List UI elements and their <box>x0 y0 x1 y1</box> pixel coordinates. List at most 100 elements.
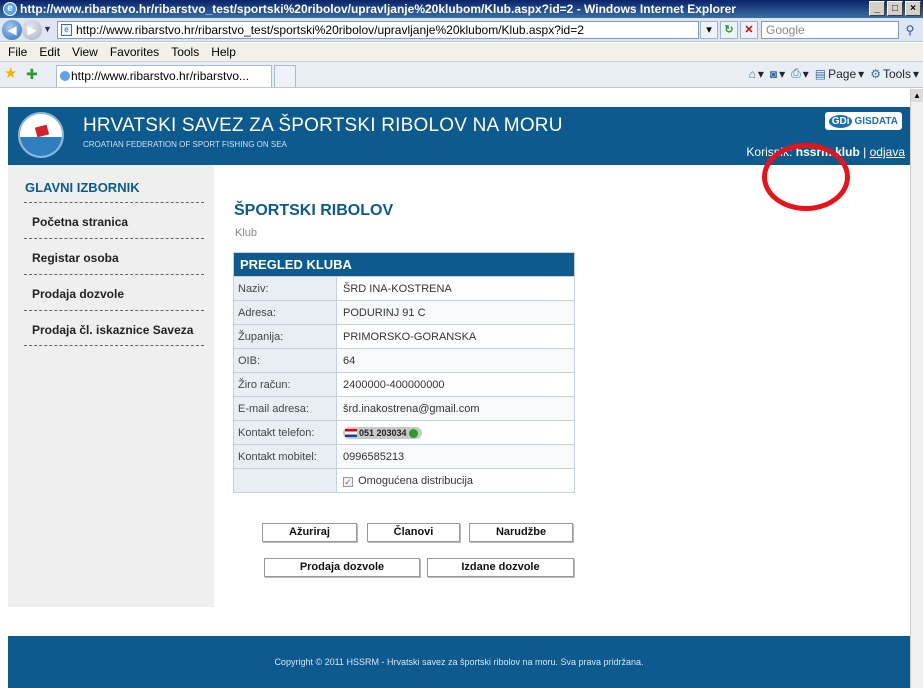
tools-menu-button[interactable]: ⚙ Tools ▾ <box>870 67 919 81</box>
search-input[interactable]: Google <box>761 21 899 39</box>
maximize-icon[interactable]: □ <box>887 1 903 16</box>
sidebar-item-home[interactable]: Početna stranica <box>24 202 204 238</box>
menu-file[interactable]: File <box>2 43 33 62</box>
new-tab-button[interactable] <box>274 65 296 87</box>
home-button[interactable]: ⌂ ▾ <box>749 67 764 81</box>
refresh-icon[interactable]: ↻ <box>720 21 738 39</box>
row-label: OIB: <box>234 349 337 372</box>
table-row: Kontakt telefon: 051 203034 <box>234 420 574 444</box>
page-menu-button[interactable]: ▤ Page ▾ <box>815 67 864 81</box>
address-toolbar: ◀ ▶ ▼ e http://www.ribarstvo.hr/ribarstv… <box>0 18 923 42</box>
club-overview-table: PREGLED KLUBA Naziv: ŠRD INA-KOSTRENA Ad… <box>233 252 575 493</box>
phone-number: 051 203034 <box>359 428 407 439</box>
logo-wave <box>20 137 62 156</box>
orders-button[interactable]: Narudžbe <box>469 523 573 542</box>
page-title: ŠPORTSKI RIBOLOV <box>234 202 394 219</box>
recent-pages-dropdown-icon[interactable]: ▼ <box>43 24 52 34</box>
logout-link[interactable]: odjava <box>870 145 905 159</box>
search-icon[interactable]: ⚲ <box>900 21 920 39</box>
annotation-highlight-circle <box>762 143 850 211</box>
stop-icon[interactable]: ✕ <box>740 21 758 39</box>
forward-arrow-icon[interactable]: ▶ <box>22 20 42 40</box>
window-controls: _ □ × <box>869 1 921 16</box>
close-icon[interactable]: × <box>905 1 921 16</box>
distribution-checkbox: ✓ <box>343 477 353 487</box>
row-label: Kontakt telefon: <box>234 421 337 444</box>
vertical-scrollbar[interactable]: ▲ <box>910 89 923 688</box>
sidebar-item-membership-card-sales[interactable]: Prodaja čl. iskaznice Saveza <box>24 310 204 346</box>
menu-edit[interactable]: Edit <box>33 43 66 62</box>
sidebar-item-person-register[interactable]: Registar osoba <box>24 238 204 274</box>
address-bar[interactable]: e http://www.ribarstvo.hr/ribarstvo_test… <box>57 21 699 39</box>
bank-account-value: 2400000-400000000 <box>343 379 445 391</box>
table-row: Županija: PRIMORSKO-GORANSKA <box>234 324 574 348</box>
search-placeholder: Google <box>766 23 805 37</box>
table-row: Žiro račun: 2400000-400000000 <box>234 372 574 396</box>
row-label: E-mail adresa: <box>234 397 337 420</box>
sidebar-menu: Početna stranica Registar osoba Prodaja … <box>24 202 204 346</box>
phone-call-badge[interactable]: 051 203034 <box>343 427 422 440</box>
window-title: http://www.ribarstvo.hr/ribarstvo_test/s… <box>20 2 736 16</box>
address-dropdown-icon[interactable]: ▾ <box>700 21 718 39</box>
update-button[interactable]: Ažuriraj <box>262 523 357 542</box>
menu-view[interactable]: View <box>66 43 104 62</box>
address-buttons: ▾ ↻ ✕ <box>700 21 758 39</box>
croatia-flag-icon <box>345 429 357 438</box>
row-label: Žiro račun: <box>234 373 337 396</box>
menu-help[interactable]: Help <box>205 43 242 62</box>
print-button[interactable]: ⎙ ▾ <box>791 66 809 81</box>
favorites-star-icon[interactable]: ★ <box>4 65 17 83</box>
logo-emblem <box>34 124 50 138</box>
add-favorite-icon[interactable]: ✚ <box>26 65 38 83</box>
tab-title: http://www.ribarstvo.hr/ribarstvo... <box>71 69 250 83</box>
sidebar-item-permit-sales[interactable]: Prodaja dozvole <box>24 274 204 310</box>
page-icon: e <box>61 24 72 36</box>
table-row: Adresa: PODURINJ 91 C <box>234 300 574 324</box>
user-separator: | <box>863 145 867 159</box>
table-row: Kontakt mobitel: 0996585213 <box>234 444 574 468</box>
site-subtitle: CROATIAN FEDERATION OF SPORT FISHING ON … <box>83 140 287 149</box>
table-row: E-mail adresa: šrd.inakostrena@gmail.com <box>234 396 574 420</box>
feeds-button[interactable]: ◙ ▾ <box>770 67 785 81</box>
page-content: HRVATSKI SAVEZ ZA ŠPORTSKI RIBOLOV NA MO… <box>0 89 910 688</box>
table-title: PREGLED KLUBA <box>234 253 574 276</box>
phone-value-cell: 051 203034 <box>337 421 574 444</box>
distribution-label: Omogućena distribucija <box>358 475 474 487</box>
tools-menu-label: Tools <box>882 66 911 81</box>
mobile-value: 0996585213 <box>337 445 574 468</box>
feeds-icon: ◙ <box>769 66 778 81</box>
ie-logo-icon: e <box>3 2 17 16</box>
site-footer: Copyright © 2011 HSSRM - Hrvatski savez … <box>8 636 910 688</box>
table-row: ✓ Omogućena distribucija <box>234 468 574 492</box>
federation-logo <box>18 112 64 158</box>
oib-value: 64 <box>337 349 574 372</box>
issued-permits-button[interactable]: Izdane dozvole <box>427 558 574 577</box>
county-value: PRIMORSKO-GORANSKA <box>343 331 477 343</box>
row-label: Adresa: <box>234 301 337 324</box>
scroll-up-icon[interactable]: ▲ <box>911 89 923 102</box>
print-icon: ⎙ <box>791 66 801 80</box>
distribution-cell: ✓ Omogućena distribucija <box>337 469 574 492</box>
call-icon <box>408 428 418 438</box>
partner-logo-part1: GDi <box>828 114 853 128</box>
members-button[interactable]: Članovi <box>367 523 460 542</box>
row-label-empty <box>234 469 337 492</box>
home-icon: ⌂ <box>748 66 756 81</box>
menu-favorites[interactable]: Favorites <box>104 43 165 62</box>
tab-current[interactable]: http://www.ribarstvo.hr/ribarstvo... <box>56 65 272 87</box>
row-label: Županija: <box>234 325 337 348</box>
page-menu-icon: ▤ <box>814 66 827 81</box>
breadcrumb: Klub <box>235 227 258 239</box>
back-arrow-icon[interactable]: ◀ <box>2 20 22 40</box>
row-label: Naziv: <box>234 277 337 300</box>
address-url: http://www.ribarstvo.hr/ribarstvo_test/s… <box>76 23 584 37</box>
command-bar: ⌂ ▾ ◙ ▾ ⎙ ▾ ▤ Page ▾ ⚙ Tools ▾ <box>749 66 919 81</box>
tab-bar: ★ ✚ http://www.ribarstvo.hr/ribarstvo...… <box>0 62 923 88</box>
site-title: HRVATSKI SAVEZ ZA ŠPORTSKI RIBOLOV NA MO… <box>83 115 563 136</box>
minimize-icon[interactable]: _ <box>869 1 885 16</box>
tab-page-icon <box>60 71 70 81</box>
address-value: PODURINJ 91 C <box>337 301 574 324</box>
menu-tools[interactable]: Tools <box>165 43 205 62</box>
sell-permits-button[interactable]: Prodaja dozvole <box>264 558 420 577</box>
row-label: Kontakt mobitel: <box>234 445 337 468</box>
